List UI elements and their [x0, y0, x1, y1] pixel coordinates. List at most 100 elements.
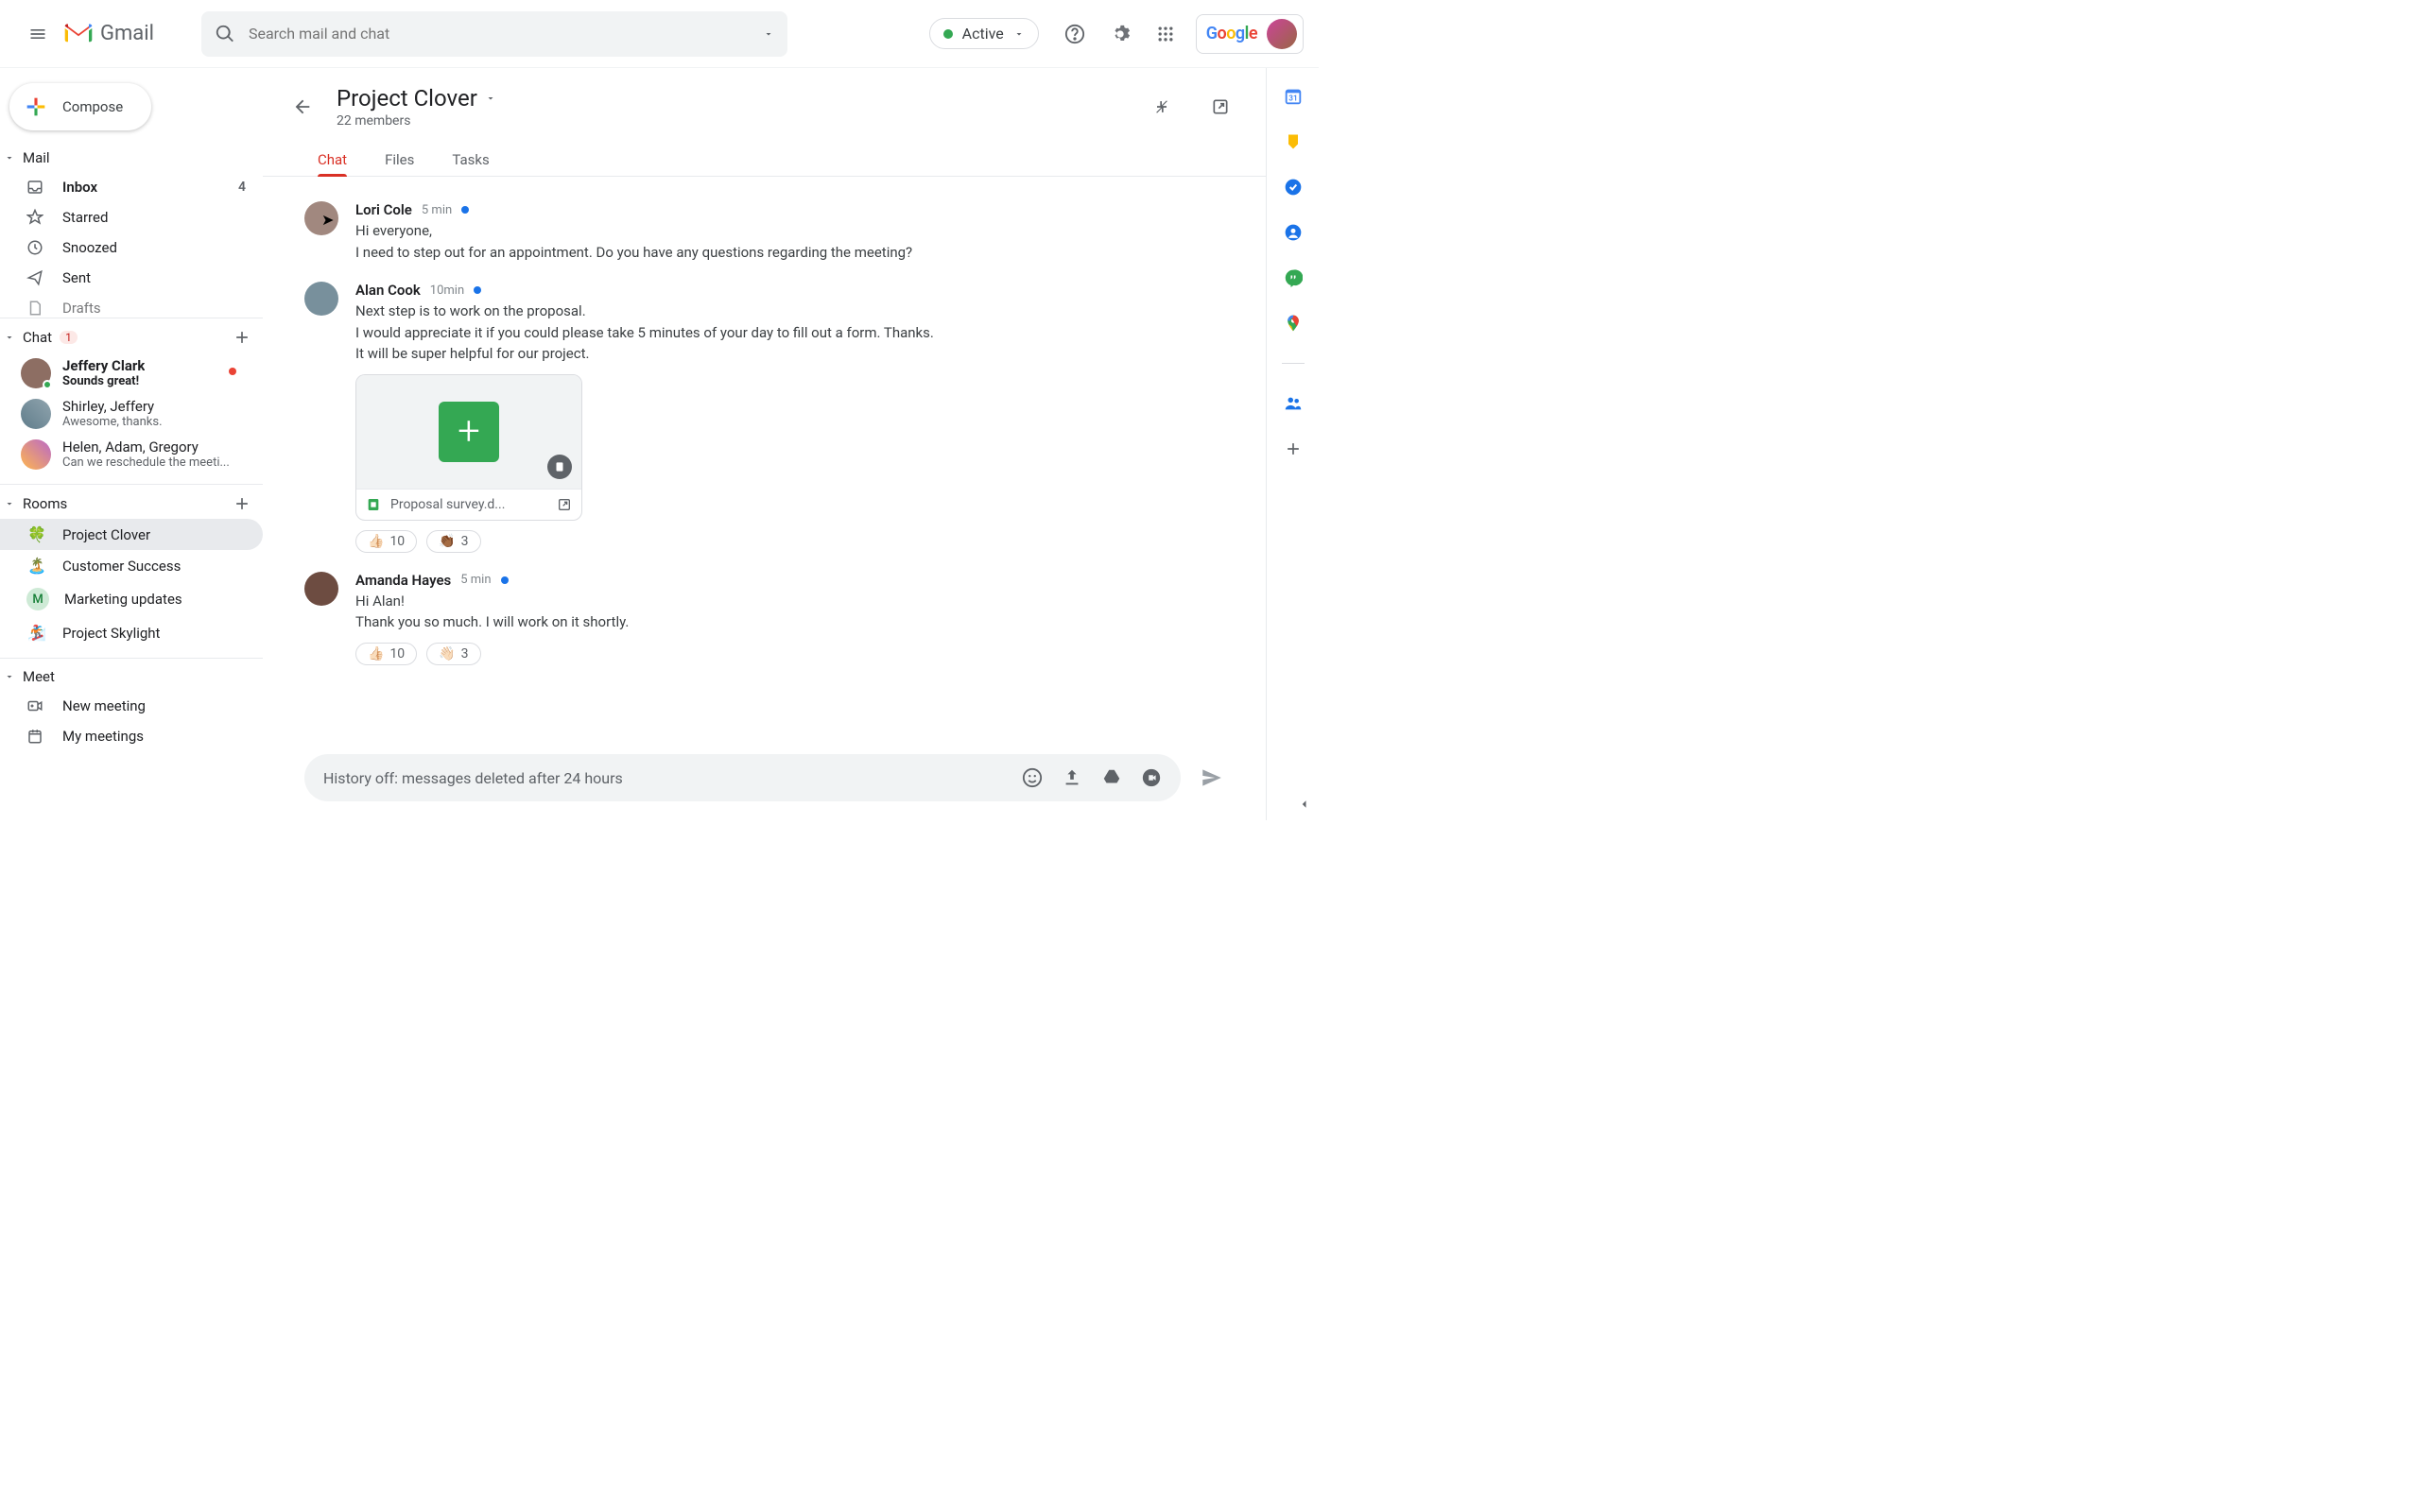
- nav-snoozed[interactable]: Snoozed: [0, 232, 263, 263]
- main-content: Project Clover 22 members Chat Files Tas…: [263, 68, 1266, 820]
- room-item-project-clover[interactable]: 🍀 Project Clover: [0, 519, 263, 550]
- expand-panel-button[interactable]: [1296, 796, 1313, 813]
- section-meet[interactable]: Meet: [0, 662, 263, 691]
- compose-plus-icon: [23, 94, 49, 120]
- message-body: Next step is to work on the proposal. I …: [355, 301, 934, 365]
- sheets-icon: +: [439, 402, 499, 462]
- gmail-logo[interactable]: Gmail: [64, 22, 154, 45]
- search-bar[interactable]: [201, 11, 787, 57]
- inbox-count: 4: [238, 180, 246, 195]
- chat-badge: 1: [60, 331, 78, 344]
- room-label: Project Clover: [62, 526, 150, 543]
- tab-chat[interactable]: Chat: [318, 144, 347, 176]
- room-label: Customer Success: [62, 558, 181, 575]
- header: Gmail Active Google: [0, 0, 1319, 68]
- nav-new-meeting[interactable]: New meeting: [0, 691, 263, 721]
- chat-item[interactable]: Shirley, JefferyAwesome, thanks.: [0, 393, 263, 434]
- reaction[interactable]: 👍🏻10: [355, 530, 417, 553]
- status-label: Active: [962, 25, 1004, 43]
- section-mail[interactable]: Mail: [0, 144, 263, 172]
- room-item[interactable]: 🏂Project Skylight: [0, 617, 263, 648]
- status-dot-icon: [943, 29, 953, 39]
- nav-sent[interactable]: Sent: [0, 263, 263, 293]
- nav-label: Sent: [62, 269, 91, 286]
- new-chat-button[interactable]: [233, 328, 251, 347]
- room-title[interactable]: Project Clover: [337, 85, 496, 112]
- attachment-card[interactable]: + Proposal survey.d...: [355, 374, 582, 521]
- nav-drafts[interactable]: Drafts: [0, 293, 263, 323]
- chat-preview: Sounds great!: [62, 374, 145, 388]
- compose-label: Compose: [62, 98, 123, 115]
- room-item[interactable]: MMarketing updates: [0, 581, 263, 617]
- menu-button[interactable]: [15, 11, 60, 57]
- reaction[interactable]: 👋🏻3: [426, 643, 480, 665]
- nav-label: My meetings: [62, 728, 144, 745]
- meet-button[interactable]: [1141, 767, 1162, 788]
- message-list: ➤ Lori Cole5 min Hi everyone, I need to …: [263, 177, 1266, 745]
- apps-button[interactable]: [1147, 15, 1184, 53]
- back-button[interactable]: [285, 90, 320, 124]
- emoji-button[interactable]: [1022, 767, 1043, 788]
- message: Lori Cole5 min Hi everyone, I need to st…: [304, 201, 1224, 263]
- contacts-addon[interactable]: [1282, 221, 1305, 244]
- chat-item[interactable]: Jeffery ClarkSounds great!: [0, 352, 263, 393]
- video-plus-icon: [26, 697, 45, 714]
- dropdown-icon[interactable]: [763, 28, 774, 40]
- nav-label: Drafts: [62, 300, 101, 317]
- room-emoji: 🏂: [26, 624, 47, 642]
- nav-label: Snoozed: [62, 239, 117, 256]
- account-switcher[interactable]: Google: [1196, 14, 1304, 54]
- help-button[interactable]: [1056, 15, 1094, 53]
- nav-my-meetings[interactable]: My meetings: [0, 721, 263, 751]
- section-rooms[interactable]: Rooms: [0, 489, 263, 519]
- hangouts-addon[interactable]: [1282, 266, 1305, 289]
- section-chat[interactable]: Chat 1: [0, 322, 263, 352]
- message-author: Alan Cook: [355, 282, 421, 299]
- maps-addon[interactable]: [1282, 312, 1305, 335]
- message-body: Hi everyone, I need to step out for an a…: [355, 220, 912, 263]
- reaction[interactable]: 👏🏾3: [426, 530, 480, 553]
- google-logo: Google: [1206, 24, 1257, 43]
- get-addons-button[interactable]: [1282, 438, 1305, 460]
- keep-addon[interactable]: [1282, 130, 1305, 153]
- chat-item[interactable]: Helen, Adam, GregoryCan we reschedule th…: [0, 434, 263, 474]
- open-attachment-button[interactable]: [557, 497, 572, 512]
- compose-button[interactable]: Compose: [9, 83, 151, 130]
- search-input[interactable]: [249, 25, 750, 43]
- nav-inbox[interactable]: Inbox 4: [0, 172, 263, 202]
- chat-name: Helen, Adam, Gregory: [62, 438, 230, 455]
- nav-starred[interactable]: Starred: [0, 202, 263, 232]
- message: Amanda Hayes5 min Hi Alan! Thank you so …: [304, 572, 1224, 665]
- room-label: Marketing updates: [64, 591, 182, 608]
- settings-button[interactable]: [1101, 15, 1139, 53]
- side-panel: 31: [1266, 68, 1319, 820]
- room-emoji: 🍀: [26, 525, 47, 543]
- chevron-down-icon: [485, 93, 496, 104]
- avatar: [21, 358, 51, 388]
- presence-status[interactable]: Active: [929, 18, 1039, 49]
- message-composer[interactable]: History off: messages deleted after 24 h…: [304, 754, 1181, 801]
- avatar: [21, 439, 51, 470]
- tab-tasks[interactable]: Tasks: [452, 144, 489, 176]
- sheets-small-icon: [366, 497, 381, 512]
- search-icon: [215, 24, 235, 44]
- upload-button[interactable]: [1062, 767, 1082, 788]
- people-addon[interactable]: [1282, 392, 1305, 415]
- calendar-addon[interactable]: 31: [1282, 85, 1305, 108]
- popout-button[interactable]: [1201, 88, 1239, 126]
- new-room-button[interactable]: [233, 494, 251, 513]
- chat-name: Shirley, Jeffery: [62, 398, 163, 415]
- chevron-down-icon: [4, 671, 15, 682]
- collapse-button[interactable]: [1143, 88, 1181, 126]
- reaction[interactable]: 👍🏻10: [355, 643, 417, 665]
- tab-files[interactable]: Files: [385, 144, 414, 176]
- room-emoji: 🏝️: [26, 557, 47, 575]
- send-icon: [26, 269, 45, 286]
- chevron-down-icon: [4, 332, 15, 343]
- section-mail-label: Mail: [23, 149, 50, 166]
- send-button[interactable]: [1200, 765, 1224, 790]
- message-author: Lori Cole: [355, 201, 412, 218]
- drive-button[interactable]: [1101, 767, 1122, 788]
- tasks-addon[interactable]: [1282, 176, 1305, 198]
- room-item[interactable]: 🏝️ Customer Success: [0, 550, 263, 581]
